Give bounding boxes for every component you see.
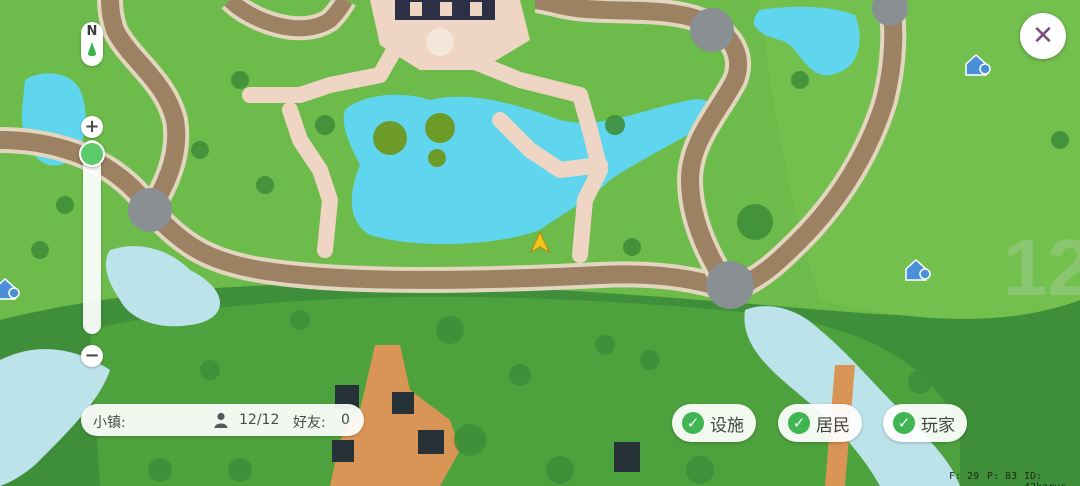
filter-facilities-toggle[interactable]: ✓ 设施	[672, 404, 756, 442]
debug-p-readout: P: 83	[987, 471, 1018, 482]
game-map[interactable]: 12 N + − ✕ 小镇: 12/12 好友: 0 ✓ 设施 ✓ 居民 ✓ 玩…	[0, 0, 1080, 486]
zoom-slider-thumb[interactable]	[79, 141, 105, 167]
zoom-out-button[interactable]: −	[81, 345, 103, 367]
compass[interactable]: N	[81, 22, 103, 66]
compass-north-label: N	[86, 24, 98, 39]
player-arrow-icon	[529, 230, 551, 254]
zoom-slider-track[interactable]	[83, 140, 101, 334]
filter-residents-toggle[interactable]: ✓ 居民	[778, 404, 862, 442]
population-count: 12/12	[239, 412, 280, 428]
filter-players-label: 玩家	[921, 415, 955, 436]
zoom-in-button[interactable]: +	[81, 116, 103, 138]
town-info-bar: 小镇: 12/12 好友: 0	[81, 404, 364, 436]
debug-id-readout: ID: 42kzrvc	[1024, 471, 1066, 486]
check-icon: ✓	[788, 412, 810, 434]
house-person-icon[interactable]	[0, 276, 22, 302]
filter-residents-label: 居民	[816, 415, 850, 436]
filter-facilities-label: 设施	[710, 415, 744, 436]
debug-f-readout: F: 29	[949, 471, 980, 482]
check-icon: ✓	[893, 412, 915, 434]
close-icon: ✕	[1032, 21, 1054, 51]
house-person-icon[interactable]	[903, 257, 933, 283]
check-icon: ✓	[682, 412, 704, 434]
north-arrow-icon	[87, 42, 97, 56]
close-button[interactable]: ✕	[1020, 13, 1066, 59]
house-person-icon[interactable]	[963, 52, 993, 78]
person-icon	[214, 412, 228, 432]
friends-label: 好友:	[293, 415, 326, 431]
town-label: 小镇:	[93, 415, 126, 431]
friends-count: 0	[341, 412, 350, 428]
filter-players-toggle[interactable]: ✓ 玩家	[883, 404, 967, 442]
plot-number-faded: 12	[1003, 223, 1080, 312]
